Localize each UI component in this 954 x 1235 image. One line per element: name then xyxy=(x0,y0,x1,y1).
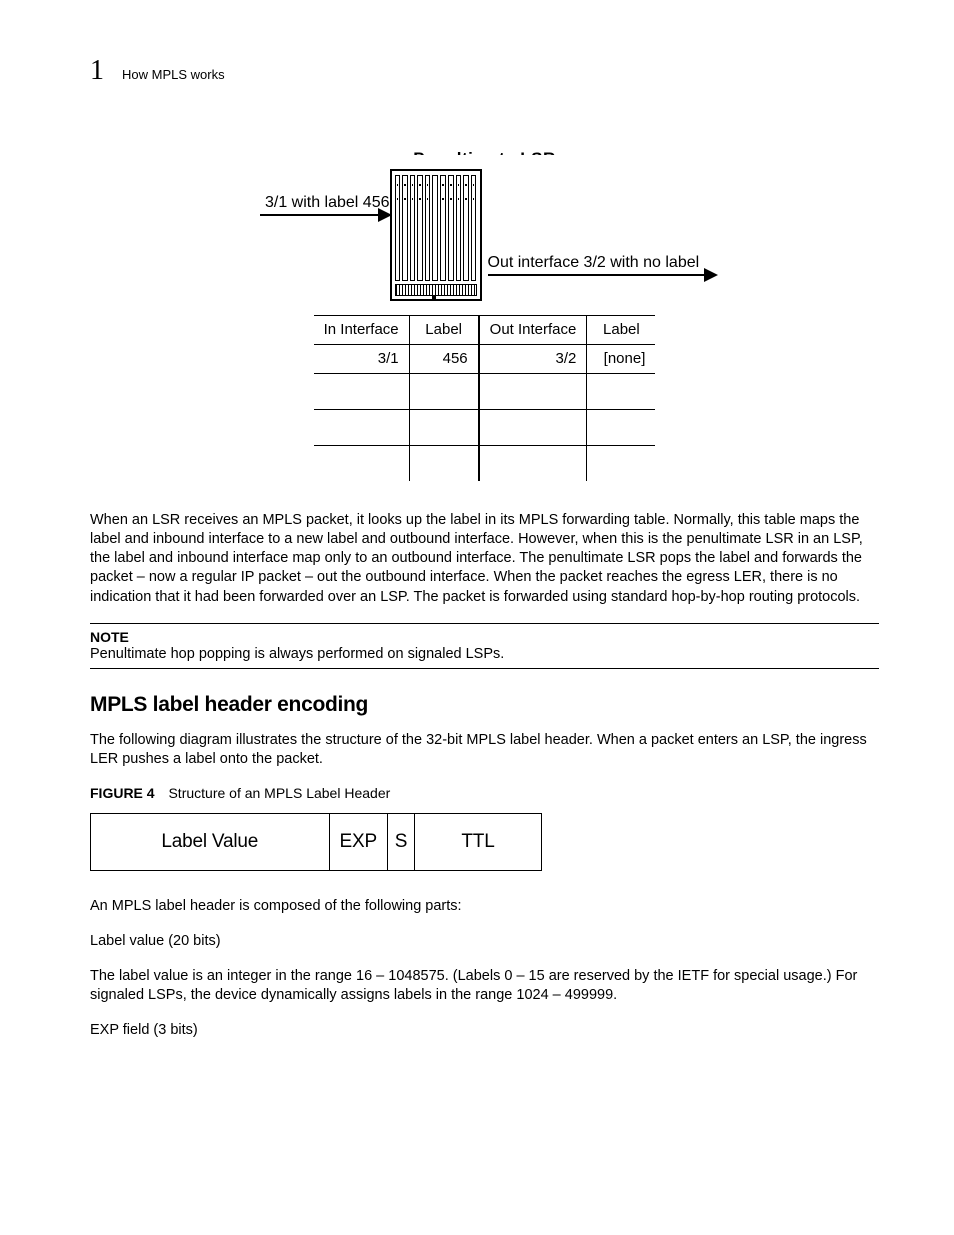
table-header-row: In Interface Label Out Interface Label xyxy=(314,316,656,345)
arrow-in-icon xyxy=(260,214,390,216)
section-intro: The following diagram illustrates the st… xyxy=(90,731,879,769)
forwarding-table: In Interface Label Out Interface Label 3… xyxy=(314,315,656,481)
chapter-number: 1 xyxy=(90,55,104,87)
arrow-out-label: Out interface 3/2 with no label xyxy=(488,254,720,272)
arrow-in-label: 3/1 with label 456 xyxy=(250,194,390,212)
figure4-number: FIGURE 4 xyxy=(90,785,155,801)
field-label-value: Label Value xyxy=(91,814,330,870)
col-in-interface: In Interface xyxy=(314,316,410,345)
field-exp: EXP xyxy=(330,814,389,870)
note-heading: NOTE xyxy=(90,629,879,645)
note-text: Penultimate hop popping is always perfor… xyxy=(90,646,879,662)
mpls-label-header-diagram: Label Value EXP S TTL xyxy=(90,813,542,871)
figure3-cropped-title: Penultimate LSR xyxy=(250,145,720,155)
body-paragraph: An MPLS label header is composed of the … xyxy=(90,897,879,916)
table-row xyxy=(314,446,656,482)
table-row xyxy=(314,374,656,410)
table-row: 3/1 456 3/2 [none] xyxy=(314,345,656,374)
field-s: S xyxy=(388,814,415,870)
body-paragraph: The label value is an integer in the ran… xyxy=(90,967,879,1005)
body-paragraph: Label value (20 bits) xyxy=(90,932,879,951)
body-paragraph: EXP field (3 bits) xyxy=(90,1021,879,1040)
running-header: 1 How MPLS works xyxy=(90,55,879,87)
col-out-interface: Out Interface xyxy=(479,316,587,345)
figure-penultimate-lsr: Penultimate LSR 3/1 with label 456 xyxy=(250,145,720,481)
chapter-title: How MPLS works xyxy=(122,67,225,82)
section-heading: MPLS label header encoding xyxy=(90,693,879,717)
router-icon xyxy=(390,169,482,301)
col-label-in: Label xyxy=(409,316,479,345)
table-row xyxy=(314,410,656,446)
page: 1 How MPLS works Penultimate LSR 3/1 wit… xyxy=(0,0,954,1117)
body-paragraph: When an LSR receives an MPLS packet, it … xyxy=(90,511,879,607)
figure4-caption: FIGURE 4 Structure of an MPLS Label Head… xyxy=(90,785,879,801)
col-label-out: Label xyxy=(587,316,656,345)
note-box: NOTE Penultimate hop popping is always p… xyxy=(90,623,879,669)
figure4-title: Structure of an MPLS Label Header xyxy=(168,785,390,801)
arrow-out-icon xyxy=(488,274,716,276)
field-ttl: TTL xyxy=(415,814,541,870)
